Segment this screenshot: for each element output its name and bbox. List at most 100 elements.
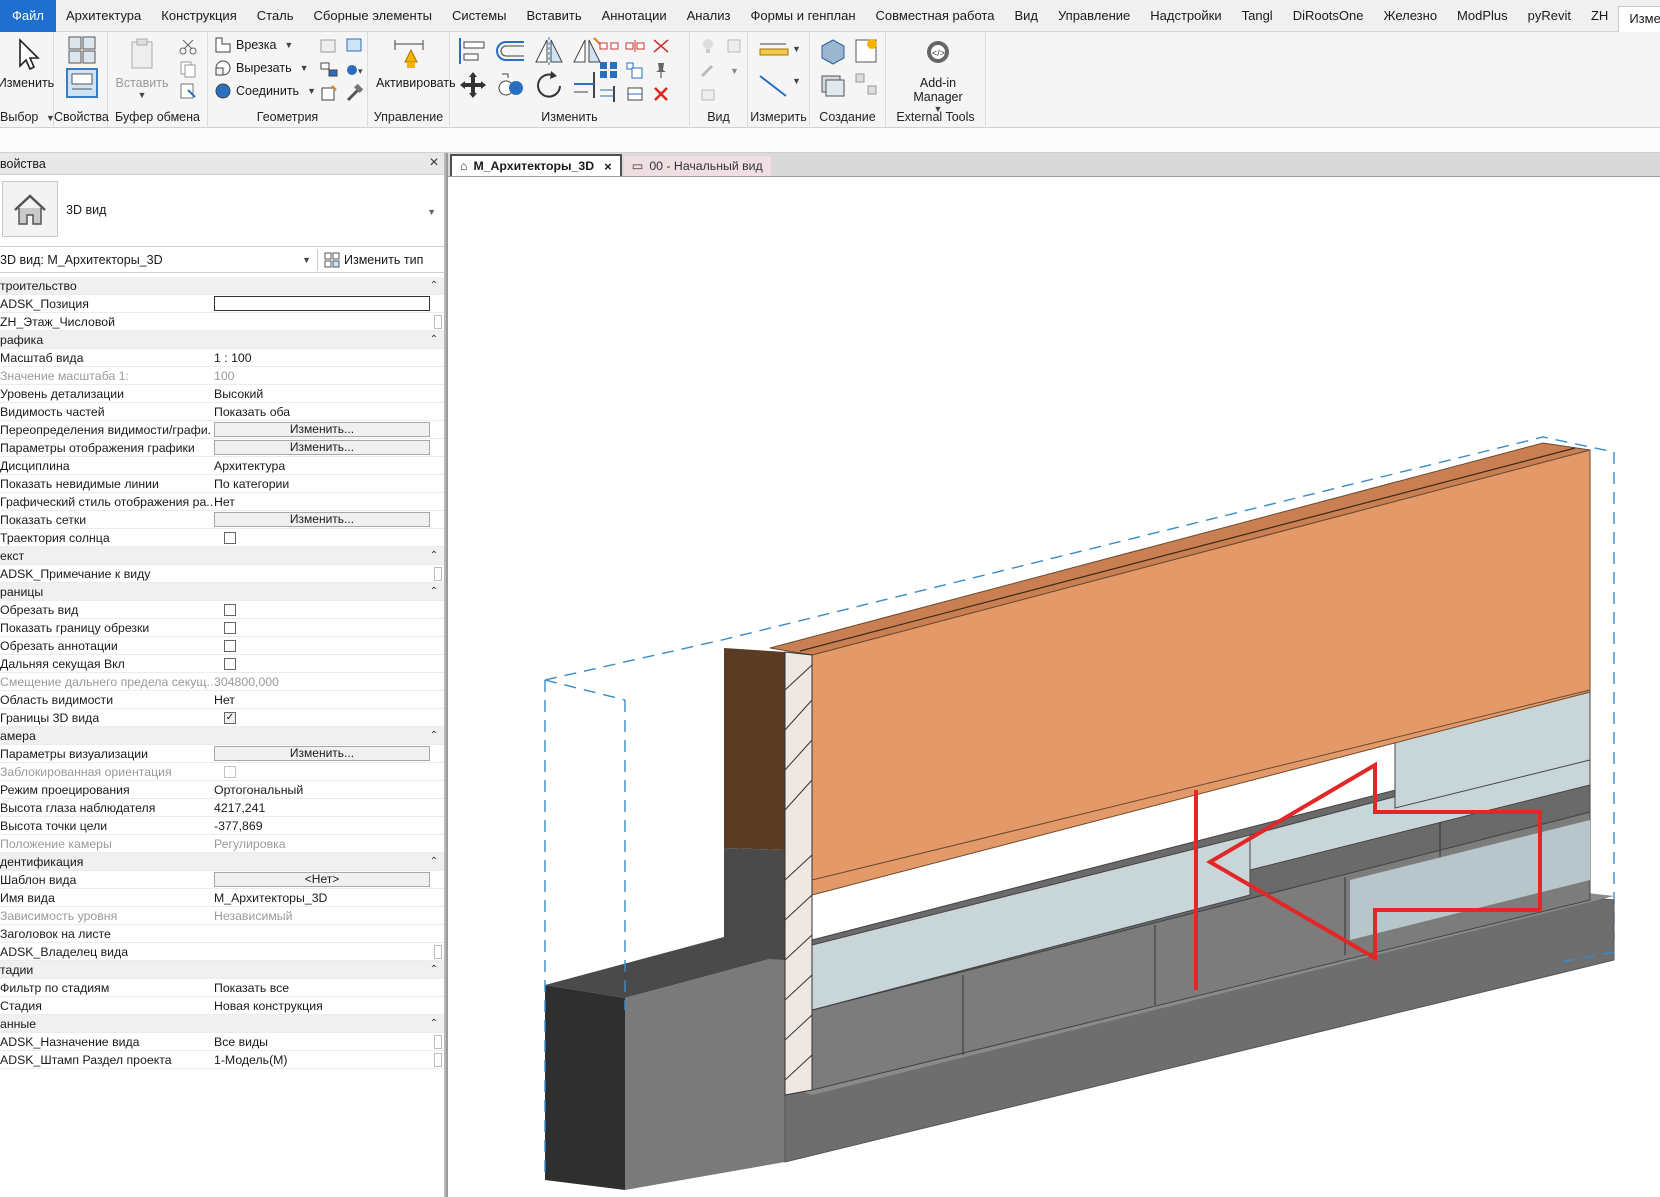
property-group[interactable]: амера ⌃ — [0, 727, 444, 745]
hammer-icon[interactable] — [344, 84, 366, 104]
collapse-icon[interactable]: ⌃ — [424, 964, 444, 975]
property-value[interactable]: -377,869 — [212, 817, 444, 834]
property-checkbox[interactable] — [224, 531, 236, 544]
property-value[interactable] — [212, 637, 444, 654]
collapse-icon[interactable]: ⌃ — [424, 730, 444, 741]
collapse-icon[interactable]: ⌃ — [424, 280, 444, 291]
split-gap-icon[interactable] — [624, 36, 646, 56]
paste-button[interactable]: Вставить ▼ — [110, 36, 174, 100]
demolish-icon[interactable]: ▾ — [344, 60, 366, 80]
measure-between-icon[interactable]: ▼ — [756, 38, 802, 60]
property-value[interactable]: Показать оба — [212, 403, 444, 420]
property-checkbox[interactable]: ✓ — [224, 711, 236, 724]
ribbon-tab[interactable]: Tangl — [1232, 0, 1283, 32]
ribbon-tab[interactable]: Архитектура — [56, 0, 151, 32]
property-value[interactable]: Нет — [212, 493, 444, 510]
property-group[interactable]: дентификация ⌃ — [0, 853, 444, 871]
ribbon-tab[interactable]: Вид — [1004, 0, 1048, 32]
pin-icon[interactable] — [650, 60, 672, 80]
property-edit-button[interactable]: <Нет> — [214, 872, 430, 887]
collapse-icon[interactable]: ⌃ — [424, 334, 444, 345]
brush-icon[interactable] — [698, 60, 720, 80]
property-group[interactable]: тадии ⌃ — [0, 961, 444, 979]
type-selector[interactable]: 3D вид ▼ — [0, 175, 444, 247]
paint-icon[interactable] — [318, 60, 340, 80]
lightbulb-icon[interactable] — [698, 36, 720, 56]
property-edit-button[interactable]: Изменить... — [214, 440, 430, 455]
scissors-icon[interactable] — [178, 38, 198, 56]
split-element-icon[interactable] — [598, 36, 620, 56]
collapse-icon[interactable]: ⌃ — [424, 550, 444, 561]
move-icon[interactable] — [456, 70, 490, 100]
activate-button[interactable]: Активировать — [376, 36, 456, 90]
unpin-icon[interactable] — [650, 36, 672, 56]
wall-joins-icon[interactable] — [318, 36, 340, 56]
property-value[interactable]: Изменить... — [212, 439, 444, 456]
collapse-icon[interactable]: ⌃ — [424, 856, 444, 867]
ribbon-tab[interactable]: Сборные элементы — [304, 0, 442, 32]
instance-filter-dropdown[interactable]: 3D вид: М_Архитекторы_3D ▼ — [0, 248, 318, 271]
create-group-icon[interactable] — [818, 70, 848, 100]
property-value[interactable] — [212, 565, 444, 582]
value-scroll-handle[interactable] — [434, 944, 442, 959]
property-value[interactable] — [212, 655, 444, 672]
foundation-left[interactable] — [545, 937, 785, 1190]
value-scroll-handle[interactable] — [434, 314, 442, 329]
value-scroll-handle[interactable] — [434, 566, 442, 581]
offset-icon[interactable] — [494, 36, 528, 66]
ribbon-tab[interactable]: Системы — [442, 0, 516, 32]
split-face-icon[interactable] — [344, 36, 366, 56]
property-value[interactable]: Ортогональный — [212, 781, 444, 798]
copy-elements-icon[interactable] — [494, 70, 528, 100]
modify-button[interactable]: Изменить — [0, 36, 58, 90]
value-scroll-handle[interactable] — [434, 1052, 442, 1067]
ribbon-tab[interactable]: ZH — [1581, 0, 1618, 32]
view-tab[interactable]: ▭ 00 - Начальный вид — [623, 156, 771, 176]
ribbon-tab[interactable]: Управление — [1048, 0, 1140, 32]
property-value[interactable] — [212, 619, 444, 636]
ribbon-tab[interactable]: Сталь — [247, 0, 304, 32]
property-value[interactable] — [212, 943, 444, 960]
cope-button[interactable]: Врезка ▼ — [214, 36, 293, 54]
property-value[interactable]: Показать все — [212, 979, 444, 996]
rotate-icon[interactable] — [532, 70, 566, 100]
collapse-icon[interactable]: ⌃ — [424, 586, 444, 597]
property-value[interactable]: Изменить... — [212, 511, 444, 528]
property-group[interactable]: екст ⌃ — [0, 547, 444, 565]
property-value[interactable]: 4217,241 — [212, 799, 444, 816]
property-value[interactable] — [212, 529, 444, 546]
measure-along-icon[interactable]: ▼ — [756, 70, 802, 100]
ribbon-tab[interactable]: Формы и генплан — [740, 0, 865, 32]
ribbon-tab[interactable]: Изменить — [1618, 5, 1660, 32]
chevron-down-icon[interactable]: ▼ — [724, 60, 746, 80]
property-value[interactable]: 1 : 100 — [212, 349, 444, 366]
mirror-axis-icon[interactable] — [532, 36, 566, 66]
collapse-icon[interactable]: ⌃ — [424, 1018, 444, 1029]
trim-multiple-icon[interactable] — [598, 84, 620, 104]
remove-paint-icon[interactable] — [318, 84, 340, 104]
create-similar-icon[interactable] — [852, 70, 882, 100]
copy-icon[interactable] — [178, 60, 198, 78]
delete-icon[interactable] — [650, 84, 672, 104]
property-group[interactable]: рафика ⌃ — [0, 331, 444, 349]
property-edit-button[interactable]: Изменить... — [214, 422, 430, 437]
ribbon-tab[interactable]: Аннотации — [592, 0, 677, 32]
property-value[interactable]: По категории — [212, 475, 444, 492]
type-properties-icon[interactable] — [66, 34, 98, 66]
view-tab-active[interactable]: ⌂ М_Архитекторы_3D × — [450, 154, 622, 176]
ribbon-tab[interactable]: Анализ — [677, 0, 741, 32]
ribbon-tab[interactable]: DiRootsOne — [1283, 0, 1374, 32]
property-value[interactable] — [212, 295, 444, 312]
properties-palette-icon[interactable] — [66, 68, 98, 98]
property-value[interactable] — [212, 313, 444, 330]
property-checkbox[interactable] — [224, 657, 236, 670]
close-icon[interactable]: × — [426, 154, 442, 172]
property-value[interactable] — [212, 925, 444, 942]
property-value[interactable]: Изменить... — [212, 745, 444, 762]
ribbon-tab[interactable]: Конструкция — [151, 0, 246, 32]
property-group[interactable]: раницы ⌃ — [0, 583, 444, 601]
ribbon-tab[interactable]: Железно — [1374, 0, 1448, 32]
value-scroll-handle[interactable] — [434, 1034, 442, 1049]
create-assembly-icon[interactable] — [818, 36, 848, 66]
ribbon-tab[interactable]: ModPlus — [1447, 0, 1518, 32]
